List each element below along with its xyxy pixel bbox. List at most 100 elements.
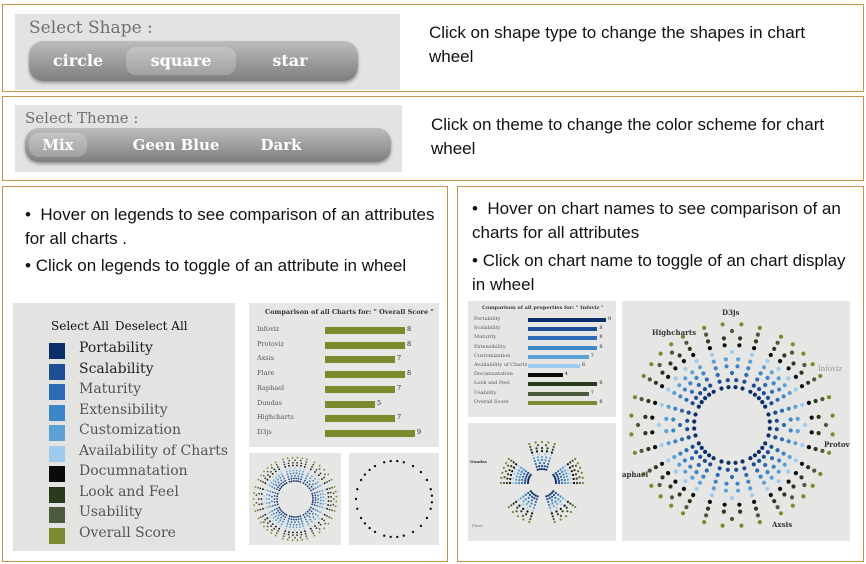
wheel-dot <box>305 518 307 521</box>
wheel-dot <box>288 465 290 467</box>
wheel-dot <box>326 507 328 510</box>
wheel-dot <box>778 511 784 516</box>
wheel-dot <box>698 454 703 459</box>
wheel-dot <box>306 481 309 484</box>
wheel-dot <box>721 509 726 514</box>
wheel-dot <box>525 513 528 516</box>
legend-label: Documnatation <box>79 463 188 479</box>
wheel-dot <box>306 510 309 513</box>
wheel-dot <box>305 535 308 537</box>
wheel-dot <box>324 493 327 496</box>
theme-option-mix[interactable]: Mix <box>29 133 87 157</box>
bar-value: 8 <box>407 339 412 348</box>
wheel-dot <box>315 527 318 529</box>
wheel-dot <box>288 531 290 533</box>
wheel-dot <box>300 478 302 481</box>
main-wheel-svg: D3js Highcharts Infoviz Protoviz aphael Axsis <box>622 308 856 529</box>
wheel-dot <box>527 491 530 495</box>
wheel-dot <box>321 518 323 520</box>
deselect-all-link[interactable]: Deselect All <box>115 319 188 333</box>
wheel-dot <box>277 478 279 481</box>
wheel-dot <box>574 473 577 476</box>
wheel-dot <box>532 493 535 496</box>
wheel-dot <box>335 495 338 498</box>
wheel-dot <box>510 459 513 462</box>
wheel-dot <box>297 477 300 480</box>
wheel-dot <box>276 495 279 498</box>
wheel-dot <box>537 453 541 456</box>
chart-click-instruction: • Click on chart name to toggle of an ch… <box>472 251 846 294</box>
wheel-dot <box>701 371 706 376</box>
wheel-dot <box>273 527 276 530</box>
wheel-dot <box>285 525 288 528</box>
wheel-dot <box>294 529 296 531</box>
wheel-dot <box>292 464 294 467</box>
wheel-dot <box>641 373 646 379</box>
wheel-dot <box>709 493 714 498</box>
wheel-dot <box>694 470 699 475</box>
wheel-dot <box>300 462 303 465</box>
shape-option-star[interactable]: star <box>255 51 325 70</box>
bar-label: Extensibility <box>474 343 506 350</box>
wheel-dot <box>563 504 566 507</box>
wheel-dot <box>356 488 359 491</box>
wheel-dot <box>698 391 703 396</box>
wheel-dot <box>703 449 708 454</box>
wheel-dot <box>317 494 319 497</box>
wheel-dot <box>314 494 317 497</box>
wheel-dot <box>276 503 279 506</box>
wheel-dot <box>702 458 707 463</box>
wheel-dot <box>257 498 260 500</box>
wheel-dot <box>543 468 546 471</box>
shape-label: Select Shape : <box>29 18 153 38</box>
wheel-dot <box>319 484 321 487</box>
wheel-dot <box>280 516 283 519</box>
wheel-dot <box>266 493 268 496</box>
legend-label: Usability <box>79 504 143 520</box>
select-all-link[interactable]: Select All <box>51 319 109 333</box>
wheel-dot <box>328 508 331 511</box>
wheel-dot <box>693 412 698 417</box>
theme-option-geen-blue[interactable]: Geen Blue <box>121 136 231 154</box>
wheel-dot <box>818 471 823 477</box>
wheel-dot <box>551 448 554 451</box>
wheel-label: Axsis <box>771 520 792 529</box>
wheel-dot <box>268 498 271 500</box>
wheel-dot <box>308 508 311 511</box>
wheel-dot <box>546 465 549 468</box>
wheel-dot <box>657 482 662 488</box>
wheel-dot <box>300 533 303 536</box>
wheel-dot <box>679 408 685 413</box>
shape-option-circle[interactable]: circle <box>43 51 113 70</box>
wheel-dot <box>559 468 562 471</box>
legend-swatch <box>49 445 65 462</box>
legend-swatch <box>49 466 65 482</box>
wheel-dot <box>632 450 637 455</box>
wheel-dot <box>288 459 291 462</box>
wheel-dot <box>307 523 310 525</box>
wheel-dot <box>260 498 263 500</box>
wheel-dot <box>316 504 319 507</box>
wheel-dot <box>304 463 307 466</box>
wheel-dot <box>283 463 286 466</box>
wheel-dot <box>263 495 266 497</box>
wheel-dot <box>502 481 506 485</box>
wheel-dot <box>290 480 293 483</box>
shape-option-square[interactable]: square <box>126 47 236 75</box>
bar-value: 8 <box>599 325 603 332</box>
wheel-dot <box>312 479 315 482</box>
wheel-dot <box>547 494 550 497</box>
wheel-dot <box>774 427 779 432</box>
wheel-dot <box>552 493 556 497</box>
wheel-dot <box>253 492 255 494</box>
wheel-dot <box>314 478 316 480</box>
wheel-dot <box>686 435 691 440</box>
wheel-dot <box>429 488 432 491</box>
wheel-dot <box>289 467 292 470</box>
wheel-dot <box>262 507 264 510</box>
theme-option-dark[interactable]: Dark <box>253 136 309 154</box>
wheel-dot <box>666 471 671 476</box>
wheel-dot <box>681 486 686 491</box>
wheel-dot <box>314 501 317 504</box>
wheel-dot <box>666 404 671 409</box>
